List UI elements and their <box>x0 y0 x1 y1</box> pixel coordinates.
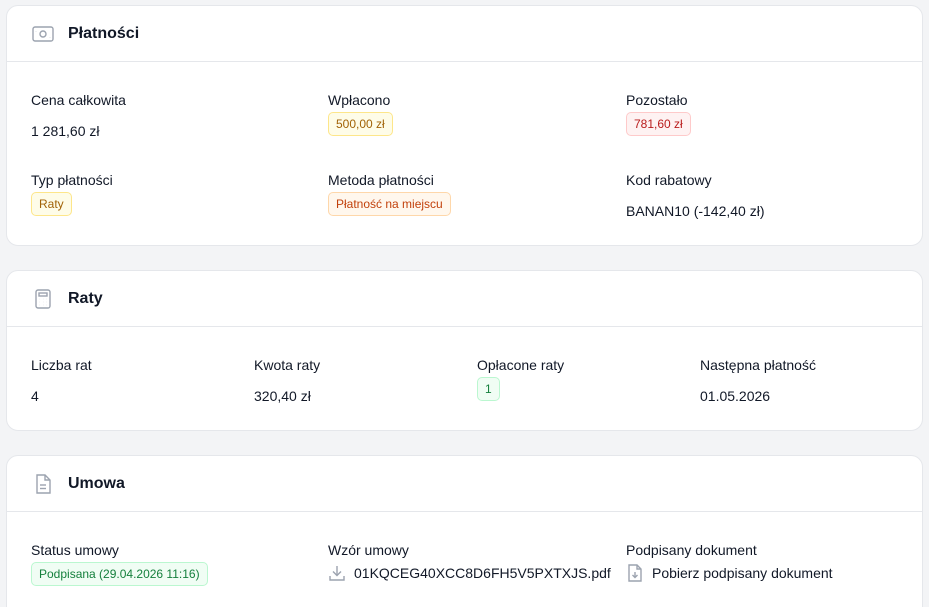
signed-document-label: Podpisany dokument <box>626 542 757 558</box>
discount-code-label: Kod rabatowy <box>626 172 712 188</box>
payment-method-label: Metoda płatności <box>328 172 434 188</box>
contract-status-badge: Podpisana (29.04.2026 11:16) <box>31 562 208 586</box>
installment-amount-value: 320,40 zł <box>254 388 311 404</box>
paid-badge: 500,00 zł <box>328 112 393 136</box>
paid-label: Wpłacono <box>328 92 391 108</box>
installments-card: Raty Liczba rat 4 Kwota raty 320,40 zł O… <box>6 270 923 431</box>
payments-title: Płatności <box>68 24 140 42</box>
installment-count-label: Liczba rat <box>31 357 92 373</box>
remaining-field: Pozostało 781,60 zł <box>626 91 691 136</box>
installments-header: Raty <box>7 271 922 327</box>
remaining-badge: 781,60 zł <box>626 112 691 136</box>
contract-header: Umowa <box>7 456 922 512</box>
total-price-field: Cena całkowita 1 281,60 zł <box>31 91 126 139</box>
signed-document-link-text: Pobierz podpisany dokument <box>652 565 833 581</box>
discount-code-field: Kod rabatowy BANAN10 (-142,40 zł) <box>626 171 765 219</box>
document-icon <box>31 472 55 496</box>
paid-installments-field: Opłacone raty 1 <box>477 356 565 401</box>
contract-status-label: Status umowy <box>31 542 119 558</box>
installments-title: Raty <box>68 289 103 307</box>
payments-card: Płatności Cena całkowita 1 281,60 zł Wpł… <box>6 5 923 246</box>
paid-installments-badge: 1 <box>477 377 500 401</box>
payment-type-badge: Raty <box>31 192 72 216</box>
installment-count-value: 4 <box>31 388 39 404</box>
payment-type-label: Typ płatności <box>31 172 113 188</box>
money-icon <box>31 22 55 46</box>
remaining-label: Pozostało <box>626 92 688 108</box>
file-download-icon <box>626 564 644 582</box>
next-payment-field: Następna płatność 01.05.2026 <box>700 356 816 404</box>
total-price-value: 1 281,60 zł <box>31 123 100 139</box>
next-payment-label: Następna płatność <box>700 357 816 373</box>
payment-type-field: Typ płatności Raty <box>31 171 113 216</box>
payment-method-badge: Płatność na miejscu <box>328 192 451 216</box>
installment-count-field: Liczba rat 4 <box>31 356 92 404</box>
contract-template-label: Wzór umowy <box>328 542 409 558</box>
signed-document-field: Podpisany dokument Pobierz podpisany dok… <box>626 541 833 582</box>
contract-template-link[interactable]: 01KQCEG40XCC8D6FH5V5PXTXJS.pdf <box>328 564 611 582</box>
discount-code-value: BANAN10 (-142,40 zł) <box>626 203 765 219</box>
contract-template-filename: 01KQCEG40XCC8D6FH5V5PXTXJS.pdf <box>354 565 611 581</box>
installment-amount-field: Kwota raty 320,40 zł <box>254 356 321 404</box>
contract-title: Umowa <box>68 474 125 492</box>
contract-status-field: Status umowy Podpisana (29.04.2026 11:16… <box>31 541 208 586</box>
payments-header: Płatności <box>7 6 922 62</box>
total-price-label: Cena całkowita <box>31 92 126 108</box>
payment-method-field: Metoda płatności Płatność na miejscu <box>328 171 451 216</box>
paid-field: Wpłacono 500,00 zł <box>328 91 393 136</box>
next-payment-value: 01.05.2026 <box>700 388 771 404</box>
installment-amount-label: Kwota raty <box>254 357 321 373</box>
contract-template-field: Wzór umowy 01KQCEG40XCC8D6FH5V5PXTXJS.pd… <box>328 541 611 581</box>
download-icon <box>328 564 346 582</box>
contract-card: Umowa Status umowy Podpisana (29.04.2026… <box>6 455 923 607</box>
calculator-icon <box>31 287 55 311</box>
signed-document-link[interactable]: Pobierz podpisany dokument <box>626 564 833 582</box>
paid-installments-label: Opłacone raty <box>477 357 565 373</box>
